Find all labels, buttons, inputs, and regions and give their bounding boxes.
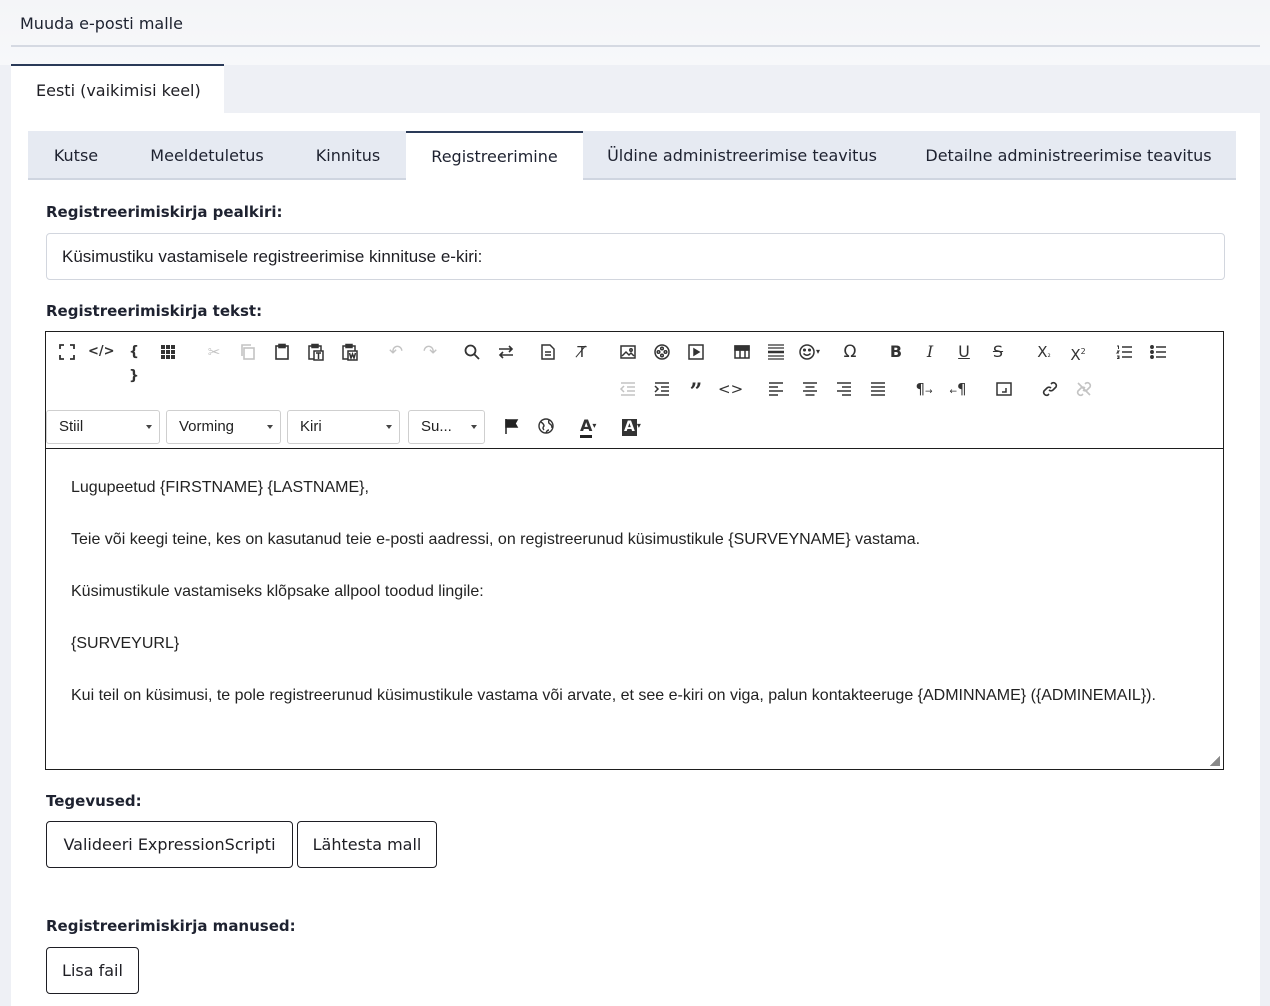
style-select[interactable]: Stiil: [46, 410, 160, 444]
divider: [11, 45, 1260, 47]
rtl-icon[interactable]: ←¶: [946, 377, 970, 401]
add-file-button[interactable]: Lisa fail: [46, 947, 139, 994]
source-icon[interactable]: </>: [88, 340, 115, 364]
chevron-down-icon: [386, 425, 392, 429]
emoji-icon[interactable]: ▾: [798, 340, 830, 364]
ltr-icon[interactable]: ¶→: [912, 377, 936, 401]
cut-icon[interactable]: ✂: [202, 340, 226, 364]
bold-icon[interactable]: B: [884, 340, 908, 364]
media-icon[interactable]: [650, 340, 674, 364]
tab-basic-admin-notification[interactable]: Üldine administreerimise teavitus: [583, 131, 901, 180]
chevron-down-icon: [146, 425, 152, 429]
reset-template-button[interactable]: Lähtesta mall: [297, 821, 437, 868]
justify-icon[interactable]: [866, 377, 890, 401]
copy-icon[interactable]: [236, 340, 260, 364]
language-globe-icon[interactable]: [534, 414, 558, 438]
bulleted-list-icon[interactable]: [1146, 340, 1170, 364]
find-icon[interactable]: [460, 340, 484, 364]
paste-word-icon[interactable]: [338, 340, 362, 364]
anchor-flag-icon[interactable]: [500, 414, 524, 438]
special-char-icon[interactable]: Ω: [838, 340, 862, 364]
size-select[interactable]: Su...: [408, 410, 485, 444]
paragraph: Lugupeetud {FIRSTNAME} {LASTNAME},: [71, 479, 369, 496]
text-color-icon[interactable]: A▾: [580, 414, 612, 438]
format-select[interactable]: Vorming: [166, 410, 281, 444]
unlink-icon[interactable]: [1072, 377, 1096, 401]
numbered-list-icon[interactable]: [1112, 340, 1136, 364]
body-label: Registreerimiskirja tekst:: [46, 302, 263, 320]
subject-input[interactable]: [46, 233, 1225, 280]
strikethrough-icon[interactable]: S: [986, 340, 1010, 364]
iframe-icon[interactable]: [992, 377, 1016, 401]
horizontal-rule-icon[interactable]: [764, 340, 788, 364]
tab-invitation[interactable]: Kutse: [28, 131, 124, 180]
italic-icon[interactable]: I: [918, 340, 942, 364]
subject-label: Registreerimiskirja pealkiri:: [46, 203, 283, 221]
paragraph: Teie või keegi teine, kes on kasutanud t…: [71, 531, 921, 548]
link-icon[interactable]: [1038, 377, 1062, 401]
font-select[interactable]: Kiri: [287, 410, 400, 444]
indent-icon[interactable]: [650, 377, 674, 401]
style-select-value: Stiil: [59, 418, 84, 435]
resize-handle[interactable]: [1210, 756, 1220, 766]
align-center-icon[interactable]: [798, 377, 822, 401]
align-right-icon[interactable]: [832, 377, 856, 401]
blockquote-icon[interactable]: ”: [684, 377, 708, 405]
underline-icon[interactable]: U: [952, 340, 976, 364]
undo-icon[interactable]: ↶: [384, 340, 408, 364]
superscript-icon[interactable]: X2: [1066, 340, 1090, 364]
page-title: Muuda e-posti malle: [20, 14, 183, 33]
template-icon[interactable]: [536, 340, 560, 364]
tab-language-estonian[interactable]: Eesti (vaikimisi keel): [11, 64, 224, 114]
redo-icon[interactable]: ↷: [418, 340, 442, 364]
chevron-down-icon: [471, 425, 477, 429]
remove-format-icon[interactable]: T̸: [570, 340, 594, 364]
tab-detailed-admin-notification[interactable]: Detailne administreerimise teavitus: [901, 131, 1236, 180]
background-color-icon[interactable]: A ▾: [622, 414, 654, 438]
tab-registration[interactable]: Registreerimine: [406, 131, 583, 181]
header-bar: [0, 0, 1270, 65]
paragraph: Kui teil on küsimusi, te pole registreer…: [71, 687, 1156, 704]
table-icon[interactable]: [730, 340, 754, 364]
chevron-down-icon: [267, 425, 273, 429]
validate-expression-button[interactable]: Valideeri ExpressionScripti: [46, 821, 293, 868]
tab-confirmation[interactable]: Kinnitus: [290, 131, 406, 180]
image-icon[interactable]: [616, 340, 640, 364]
paste-text-icon[interactable]: [304, 340, 328, 364]
paragraph: {SURVEYURL}: [71, 635, 180, 652]
rich-text-editor: </> { } ✂ ↶ ↷ T̸ ▾ Ω B I U S X₂ X2 ” <>: [45, 331, 1224, 770]
replace-icon[interactable]: [494, 340, 518, 364]
format-select-value: Vorming: [179, 418, 235, 435]
paste-icon[interactable]: [270, 340, 294, 364]
tab-reminder[interactable]: Meeldetuletus: [124, 131, 290, 180]
subscript-icon[interactable]: X₂: [1032, 340, 1056, 364]
actions-label: Tegevused:: [46, 792, 142, 810]
font-select-value: Kiri: [300, 418, 322, 435]
align-left-icon[interactable]: [764, 377, 788, 401]
code-icon[interactable]: <>: [718, 377, 743, 401]
attachments-label: Registreerimiskirja manused:: [46, 917, 296, 935]
editor-toolbar: </> { } ✂ ↶ ↷ T̸ ▾ Ω B I U S X₂ X2 ” <>: [46, 332, 1223, 449]
code-braces-icon[interactable]: { }: [122, 340, 146, 384]
grid-icon[interactable]: [156, 340, 180, 364]
maximize-icon[interactable]: [55, 340, 79, 364]
paragraph: Küsimustikule vastamiseks klõpsake allpo…: [71, 583, 484, 600]
outdent-icon[interactable]: [616, 377, 640, 401]
size-select-value: Su...: [421, 418, 452, 435]
video-icon[interactable]: [684, 340, 708, 364]
